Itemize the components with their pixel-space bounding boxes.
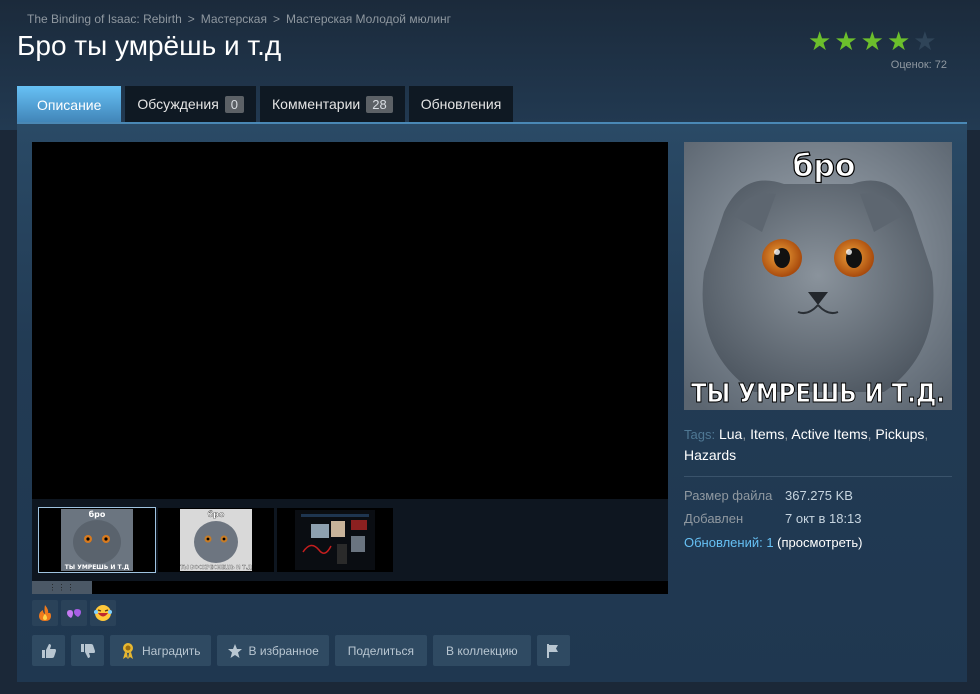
thumbnail-caption: ТЫ УМРЕШЬ И Т.Д: [65, 564, 129, 571]
vote-up-button[interactable]: [32, 635, 65, 666]
laugh-award-icon[interactable]: [90, 600, 116, 626]
tab-description[interactable]: Описание: [17, 86, 122, 124]
tag-link[interactable]: Active Items: [791, 426, 867, 442]
thumbs-up-icon: [41, 643, 56, 658]
report-button[interactable]: [536, 635, 570, 666]
star-empty-icon: ★: [913, 26, 937, 56]
details-divider: [684, 476, 952, 477]
scrollbar-handle[interactable]: ⋮⋮⋮: [32, 581, 92, 594]
flag-icon: [547, 643, 559, 658]
favorite-button[interactable]: В избранное: [216, 635, 329, 666]
media-player[interactable]: [32, 142, 668, 499]
tab-count-badge: 28: [366, 95, 393, 113]
updates-link[interactable]: Обновлений: 1: [684, 535, 774, 550]
tags-label: Tags:: [684, 427, 716, 442]
action-bar: Наградить В избранное Поделиться В колле…: [32, 635, 570, 666]
star-icon: ★: [808, 26, 832, 56]
tag-link[interactable]: Items: [750, 426, 784, 442]
added-row: Добавлен 7 окт в 18:13: [684, 511, 862, 526]
rating-stars: ★ ★ ★ ★ ★: [808, 28, 937, 54]
preview-image: бро ТЫ УМРЕШЬ И Т.Д.: [684, 142, 952, 410]
thumbs-down-icon: [80, 643, 95, 658]
breadcrumb-workshop-link[interactable]: Мастерская: [201, 12, 267, 26]
tag-link[interactable]: Hazards: [684, 447, 736, 463]
add-to-collection-button[interactable]: В коллекцию: [433, 635, 531, 666]
updates-view-link[interactable]: (просмотреть): [777, 535, 862, 550]
tab-updates[interactable]: Обновления: [408, 86, 514, 122]
heart-award-icon[interactable]: [61, 600, 87, 626]
preview-bottom-caption: ТЫ УМРЕШЬ И Т.Д.: [691, 379, 945, 409]
thumbnail-caption: бро: [208, 509, 225, 519]
thumbnail-caption: бро: [89, 509, 106, 519]
favorite-button-label: В избранное: [248, 643, 319, 658]
added-label: Добавлен: [684, 511, 744, 526]
file-size-row: Размер файла 367.275 KB: [684, 488, 853, 503]
tab-label: Обновления: [420, 96, 502, 112]
star-icon: [227, 643, 242, 658]
updates-row: Обновлений: 1 (просмотреть): [684, 535, 862, 550]
breadcrumb-separator: >: [272, 12, 280, 26]
breadcrumb-author-workshop-link[interactable]: Мастерская Молодой мюлинг: [286, 12, 451, 26]
tag-link[interactable]: Pickups: [875, 426, 924, 442]
breadcrumb-separator: >: [187, 12, 195, 26]
rating-count: Оценок: 72: [890, 59, 947, 71]
tab-comments[interactable]: Комментарии 28: [260, 86, 405, 122]
page-title: Бро ты умрёшь и т.д: [17, 30, 282, 61]
tab-bar: Описание Обсуждения 0 Комментарии 28 Обн…: [17, 86, 514, 124]
tab-label: Описание: [37, 97, 102, 113]
tags-list: Tags: Lua, Items, Active Items, Pickups,…: [684, 426, 929, 463]
vote-down-button[interactable]: [71, 635, 104, 666]
star-icon: ★: [886, 26, 911, 56]
thumbnail-scrollbar[interactable]: ⋮⋮⋮: [32, 581, 668, 594]
file-size-value: 367.275 KB: [785, 488, 853, 503]
media-thumbnail-strip: бро ТЫ УМРЕШЬ И Т.Д бро ТЫ ВОСКРЕСНЕШЬ И…: [32, 499, 668, 581]
tab-label: Обсуждения: [137, 96, 219, 112]
tab-count-badge: 0: [224, 95, 245, 113]
star-icon: ★: [834, 26, 858, 56]
tag-link[interactable]: Lua: [719, 426, 742, 442]
thumbnail-caption: ТЫ ВОСКРЕСНЕШЬ И Т.Д: [180, 565, 252, 571]
file-size-label: Размер файла: [684, 488, 773, 503]
awards-row: [32, 600, 116, 626]
media-thumbnail[interactable]: бро ТЫ ВОСКРЕСНЕШЬ И Т.Д: [158, 508, 274, 572]
breadcrumb-game-link[interactable]: The Binding of Isaac: Rebirth: [27, 12, 182, 26]
share-button[interactable]: Поделиться: [334, 635, 428, 666]
award-button[interactable]: Наградить: [110, 635, 211, 666]
breadcrumb: The Binding of Isaac: Rebirth > Мастерск…: [27, 12, 451, 26]
tab-discussions[interactable]: Обсуждения 0: [125, 86, 257, 122]
tab-label: Комментарии: [272, 96, 361, 112]
fire-award-icon[interactable]: [32, 600, 58, 626]
share-button-label: Поделиться: [347, 643, 415, 658]
star-icon: ★: [860, 26, 884, 56]
award-button-label: Наградить: [142, 643, 201, 658]
media-thumbnail[interactable]: [277, 508, 393, 572]
award-ribbon-icon: [123, 642, 133, 659]
added-value: 7 окт в 18:13: [785, 511, 862, 526]
preview-top-caption: бро: [792, 149, 855, 184]
collection-button-label: В коллекцию: [446, 643, 518, 658]
media-thumbnail[interactable]: бро ТЫ УМРЕШЬ И Т.Д: [38, 507, 156, 573]
